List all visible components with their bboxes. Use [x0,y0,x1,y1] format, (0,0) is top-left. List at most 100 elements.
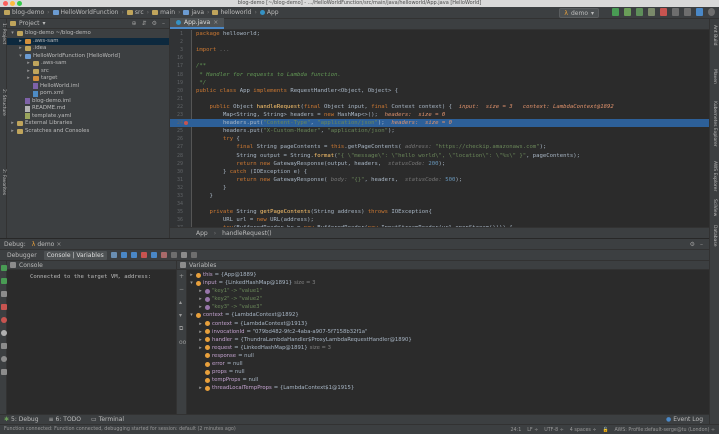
profile-icon[interactable] [648,8,655,16]
tree-item[interactable]: HelloWorld.iml [7,83,169,91]
code-line[interactable]: 20 public class App implements RequestHan… [170,87,709,95]
variable-row[interactable]: props = null [189,368,707,376]
code-line[interactable]: 36 URL url = new URL(address); [170,216,709,224]
project-tool-button[interactable]: 1: Project [1,23,6,44]
expand-arrow-icon[interactable]: ▸ [198,287,203,295]
show-execution-point-icon[interactable] [110,252,117,258]
variable-row[interactable]: ▸ context = {LambdaContext@1913} [189,320,707,328]
add-watch-icon[interactable]: + [179,273,184,280]
code-line[interactable]: 30 } catch (IOException e) { [170,168,709,176]
chevron-down-icon[interactable]: ▾ [43,20,46,27]
expand-arrow-icon[interactable]: ▸ [198,320,203,328]
tree-item[interactable]: template.yaml [7,113,169,121]
tree-item[interactable]: ▸ target [7,75,169,83]
code-line[interactable]: 3 import ... [170,46,709,54]
file-encoding[interactable]: UTF-8 ÷ [544,428,564,433]
code-line[interactable]: 29 return new GatewayResponse(output, he… [170,160,709,168]
collapse-icon[interactable]: ⇵ [142,20,147,27]
code-line[interactable]: 17 /** [170,62,709,70]
sdk-icon[interactable] [696,8,703,16]
search-icon[interactable] [708,8,715,16]
tree-item[interactable]: ▸ External Libraries [7,120,169,128]
arrow-up-icon[interactable]: ▴ [179,299,184,306]
expand-arrow-icon[interactable]: ▸ [18,45,23,53]
code-view[interactable]: 1 package helloworld; 2 3 import ... 16 17/** 1… [170,30,709,231]
copy-icon[interactable]: ⧉ [179,325,184,333]
variable-row[interactable]: ▸ request = {LinkedHashMap@1891} size = 3 [189,344,707,352]
tree-item[interactable]: ▾ HelloWorldFunction [HelloWorld] [7,53,169,61]
code-line[interactable]: 35 private String getPageContents(String… [170,208,709,216]
editor-tab-app[interactable]: App.java × [170,18,225,29]
close-icon[interactable]: × [56,241,61,248]
variable-row[interactable]: ▾ context = {LambdaContext@1892} [189,311,707,319]
nav-crumb-package[interactable]: helloworld [212,9,251,16]
code-line[interactable]: 24 headers.put("Content-Type", "applicat… [170,119,709,128]
glasses-icon[interactable]: oo [179,339,186,346]
code-line[interactable]: 33 } [170,192,709,200]
code-line[interactable]: 23 Map<String, String> headers = new Has… [170,111,709,119]
ant-build-tool-button[interactable]: Ant Build [712,25,717,45]
build-icon[interactable] [672,8,679,16]
aws-profile[interactable]: AWS: Profile:default-serge@tu (London) ÷ [614,428,715,433]
variable-row[interactable]: tempProps = null [189,376,707,384]
expand-arrow-icon[interactable]: ▸ [198,336,203,344]
debug-tool-tab[interactable]: ✱ 5: Debug [4,416,39,423]
aws-explorer-tool-button[interactable]: AWS Explorer [712,161,717,191]
expand-arrow-icon[interactable]: ▸ [198,328,203,336]
todo-tool-tab[interactable]: ≡ 6: TODO [49,416,82,423]
expand-arrow-icon[interactable]: ▸ [198,344,203,352]
database-tool-button[interactable]: Database [712,225,717,246]
step-out-icon[interactable] [150,252,157,258]
expand-arrow-icon[interactable]: ▸ [189,271,194,279]
nav-crumb-src[interactable]: src [126,9,144,16]
expand-arrow-icon[interactable]: ▸ [10,128,15,136]
expand-arrow-icon[interactable]: ▸ [26,60,31,68]
code-line[interactable]: 2 [170,38,709,46]
code-line[interactable]: 19 */ [170,79,709,87]
code-line[interactable]: 25 headers.put("X-Custom-Header", "appli… [170,127,709,135]
caret-position[interactable]: 24:1 [510,428,521,433]
code-line[interactable]: 27 final String pageContents = this.getP… [170,143,709,151]
expand-arrow-icon[interactable]: ▸ [10,120,15,128]
tree-item[interactable]: ▾ blog-demo ~/blog-demo [7,30,169,38]
variable-row[interactable]: error = null [189,360,707,368]
expand-arrow-icon[interactable]: ▸ [18,38,23,46]
code-line[interactable]: 28 String output = String.format("{ \"me… [170,152,709,160]
close-window-button[interactable] [3,1,8,6]
code-line[interactable]: 32 } [170,184,709,192]
debug-session-tab[interactable]: λ demo × [32,241,62,248]
evaluate-icon[interactable] [180,252,187,258]
project-view-select[interactable]: Project [19,20,40,27]
coverage-icon[interactable] [636,8,643,16]
drop-frame-icon[interactable] [160,252,167,258]
code-line[interactable]: 26 try { [170,135,709,143]
status-message[interactable]: Function connected: Function connected, … [4,427,236,432]
force-step-into-icon[interactable] [140,252,147,258]
console-output[interactable]: Connected to the target VM, address: [7,270,176,280]
gear-icon[interactable]: ⚙ [152,20,157,27]
trace-icon[interactable] [190,252,197,258]
code-line[interactable]: 16 [170,54,709,62]
terminal-tool-tab[interactable]: ▭ Terminal [91,416,124,423]
variable-row[interactable]: ▸ this = {App@1889} [189,271,707,279]
nav-crumb-function[interactable]: HelloWorldFunction [52,9,118,16]
expand-arrow-icon[interactable]: ▾ [189,311,194,319]
minimize-window-button[interactable] [10,1,15,6]
code-line[interactable]: 31 return new GatewayResponse( body: "{}… [170,176,709,184]
tree-item[interactable]: ▸ .aws-sam [7,60,169,68]
expand-arrow-icon[interactable]: ▾ [189,279,194,287]
code-line[interactable]: 34 [170,200,709,208]
step-into-icon[interactable] [130,252,137,258]
variable-row[interactable]: ▸ threadLocalTempProps = {LambdaContext$1@… [189,384,707,392]
nav-crumb-java[interactable]: java [183,9,204,16]
run-to-cursor-icon[interactable] [170,252,177,258]
variable-row[interactable]: response = null [189,352,707,360]
code-line[interactable]: 21 [170,95,709,103]
event-log-tab[interactable]: ● Event Log [666,416,703,423]
tree-item[interactable]: ▸ .idea [7,45,169,53]
arrow-down-icon[interactable]: ▾ [179,312,184,319]
close-icon[interactable]: × [213,19,218,26]
hide-icon[interactable]: – [162,20,165,27]
tree-item[interactable]: ▸ .aws-sam [7,37,169,46]
run-icon[interactable] [612,8,619,16]
